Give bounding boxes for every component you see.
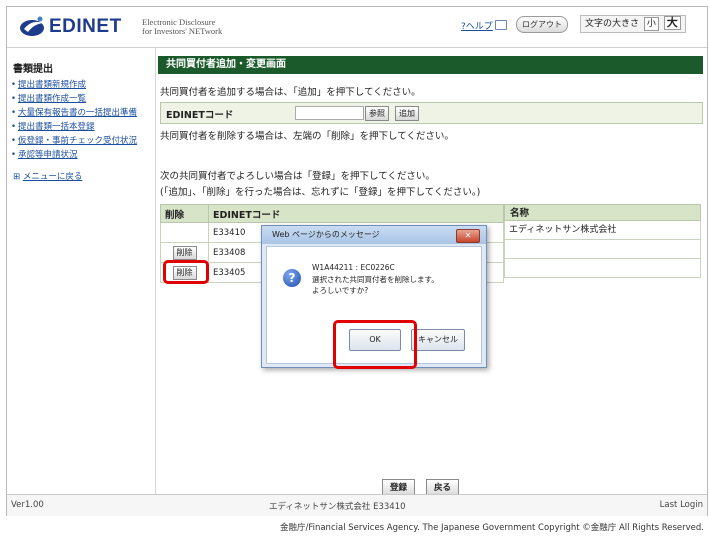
add-instruction: 共同買付者を追加する場合は、「追加」を押下してください。 [160,87,421,98]
name-cell [504,259,701,278]
sidebar: 書類提出 提出書類新規作成 提出書類作成一覧 大量保有報告書の一括提出準備 提出… [7,48,156,494]
name-cell [504,240,701,259]
new-window-icon [494,20,507,30]
code-input-row: EDINETコード 参照 追加 [160,102,703,124]
logo-subtitle-line-2: for Investors' NETwork [142,26,223,36]
name-column: 名称 エディネットサン株式会社 [504,204,701,278]
font-size-label: 文字の大きさ [585,19,640,29]
sidebar-item-document-list[interactable]: 提出書類作成一覧 [11,94,155,104]
back-to-menu-link[interactable]: ⊞ メニューに戻る [13,170,155,182]
sidebar-menu: 提出書類新規作成 提出書類作成一覧 大量保有報告書の一括提出準備 提出書類一括本… [11,80,155,160]
cancel-button[interactable]: キャンセル [411,329,465,351]
register-instruction: 次の共同買付者でよろしい場合は「登録」を押下してください。 [160,171,435,182]
page-title: 共同買付者追加・変更画面 [158,56,703,74]
close-icon[interactable]: ✕ [456,229,480,243]
sidebar-item-precheck-status[interactable]: 仮登録・事前チェック受付状況 [11,136,146,146]
code-label: EDINETコード [166,110,234,121]
delete-instruction: 共同買付者を削除する場合は、左端の「削除」を押下してください。 [160,131,454,142]
edinet-logo-icon [20,16,44,36]
register-note: (「追加」、「削除」を行った場合は、忘れずに「登録」を押下してください。) [160,187,481,198]
logo-text: EDINET [49,16,122,37]
column-header-delete: 削除 [160,204,209,223]
logout-button[interactable]: ログアウト [516,16,568,33]
help-label: ?ヘルプ [461,22,493,32]
delete-cell [160,222,209,243]
sidebar-item-new-document[interactable]: 提出書類新規作成 [11,80,155,90]
column-header-code: EDINETコード [208,204,504,223]
logo-subtitle: Electronic Disclosure for Investors' NET… [142,18,222,36]
name-cell: エディネットサン株式会社 [504,221,701,240]
logout-label: ログアウト [522,20,562,29]
font-size-control: 文字の大きさ 小 大 [580,15,686,33]
footer: Ver1.00 エディネットサン株式会社 E33410 Last Login [7,494,707,516]
back-to-menu-label: メニューに戻る [22,172,83,182]
copyright: 金融庁/Financial Services Agency. The Japan… [279,523,704,533]
company-label: エディネットサン株式会社 E33410 [269,502,406,512]
font-large-button[interactable]: 大 [663,16,681,30]
dialog-message-line-1: 選択された共同買付者を削除します。 [312,275,439,284]
edinet-code-input[interactable] [295,106,364,120]
delete-button[interactable]: 削除 [172,245,197,260]
dialog-title: Web ページからのメッセージ [262,226,486,244]
delete-highlight-ring [163,260,209,284]
table-header-row: 削除 EDINETコード [160,204,504,223]
font-small-button[interactable]: 小 [643,17,659,31]
last-login-label: Last Login [659,500,703,510]
column-header-name: 名称 [504,204,701,221]
header: EDINET Electronic Disclosure for Investo… [7,7,707,48]
dialog-message-code: W1A44211 : EC0226C [312,263,395,272]
sidebar-title: 書類提出 [13,64,53,75]
reference-button[interactable]: 参照 [365,106,389,121]
sidebar-item-approval-status[interactable]: 承認等申請状況 [11,150,155,160]
dialog-message-line-2: よろしいですか? [312,286,369,295]
question-icon: ? [283,269,301,287]
version-label: Ver1.00 [11,500,44,510]
ok-highlight-ring [333,320,417,369]
add-button[interactable]: 追加 [395,106,419,121]
sidebar-item-bulk-preparation[interactable]: 大量保有報告書の一括提出準備 [11,108,146,118]
sidebar-item-bulk-registration[interactable]: 提出書類一括本登録 [11,122,155,132]
help-link[interactable]: ?ヘルプ [461,19,507,32]
